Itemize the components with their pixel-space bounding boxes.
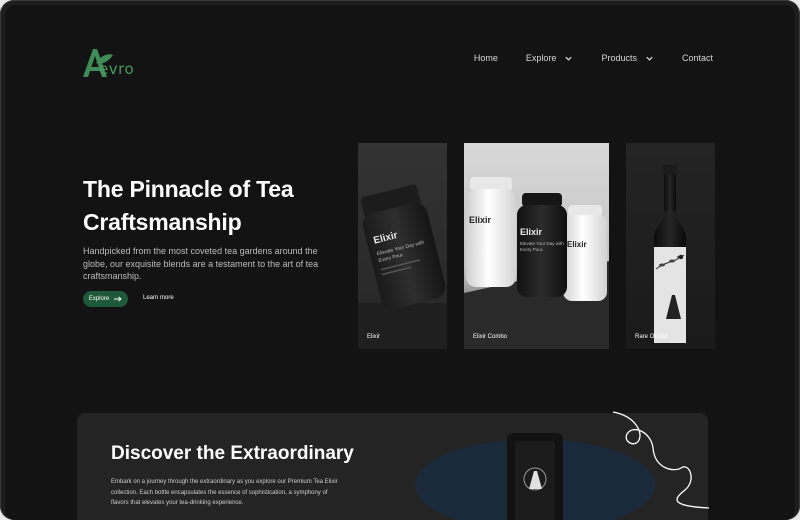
nav-home-label: Home — [473, 53, 498, 63]
main-nav: Home Explore Products Contact — [474, 53, 713, 63]
svg-text:Elixir: Elixir — [567, 240, 587, 249]
elixir-bottle-image: Elixir Elevate Your Day with Every Pour. — [358, 184, 447, 349]
brand-name[interactable]: evro — [99, 60, 134, 78]
elixir-combo-image: Elixir Elixir Elixir Elevate Your Day wi… — [464, 177, 609, 349]
nav-contact-label: Contact — [681, 53, 713, 63]
nav-products[interactable]: Products — [601, 53, 654, 63]
nav-contact[interactable]: Contact — [682, 53, 713, 63]
explore-button[interactable]: Explore — [83, 291, 128, 307]
discover-title: Discover the Extraordinary — [111, 443, 354, 464]
product-label: Elixir Combo — [473, 334, 508, 340]
nav-explore-label: Explore — [525, 53, 557, 63]
product-label: Elixir — [367, 334, 380, 340]
jar-brand-text: Elixir — [520, 227, 543, 237]
svg-text:Elixir: Elixir — [469, 215, 492, 225]
rare-orchid-bottle-image — [654, 165, 686, 343]
product-card-elixir[interactable]: Elixir Elevate Your Day with Every Pour.… — [358, 143, 447, 349]
nav-explore[interactable]: Explore — [526, 53, 574, 63]
product-card-elixir-combo[interactable]: Elixir Elixir Elixir Elevate Your Day wi… — [464, 143, 609, 349]
svg-text:Elevate Your Day with: Elevate Your Day with — [520, 241, 564, 246]
nav-home[interactable]: Home — [474, 53, 498, 63]
learn-more-button[interactable]: Learn more — [143, 295, 174, 301]
svg-text:Every Pour.: Every Pour. — [520, 247, 543, 252]
product-label: Rare Orchid — [635, 334, 668, 340]
arrow-right-icon — [114, 296, 122, 302]
hero-description: Handpicked from the most coveted tea gar… — [83, 246, 319, 281]
chevron-down-icon — [646, 56, 653, 61]
hero-title: The Pinnacle of Tea Craftsmanship — [83, 176, 294, 235]
discover-description: Embark on a journey through the extraord… — [111, 479, 338, 506]
explore-button-label: Explore — [88, 296, 110, 302]
nav-products-label: Products — [601, 53, 637, 63]
screen: evro Home Explore Products Contact The P… — [5, 5, 795, 520]
decorative-squiggle — [612, 411, 710, 509]
device-frame: evro Home Explore Products Contact The P… — [0, 0, 800, 520]
chevron-down-icon — [565, 56, 573, 61]
product-card-rare-orchid[interactable]: Rare Orchid — [626, 143, 715, 349]
